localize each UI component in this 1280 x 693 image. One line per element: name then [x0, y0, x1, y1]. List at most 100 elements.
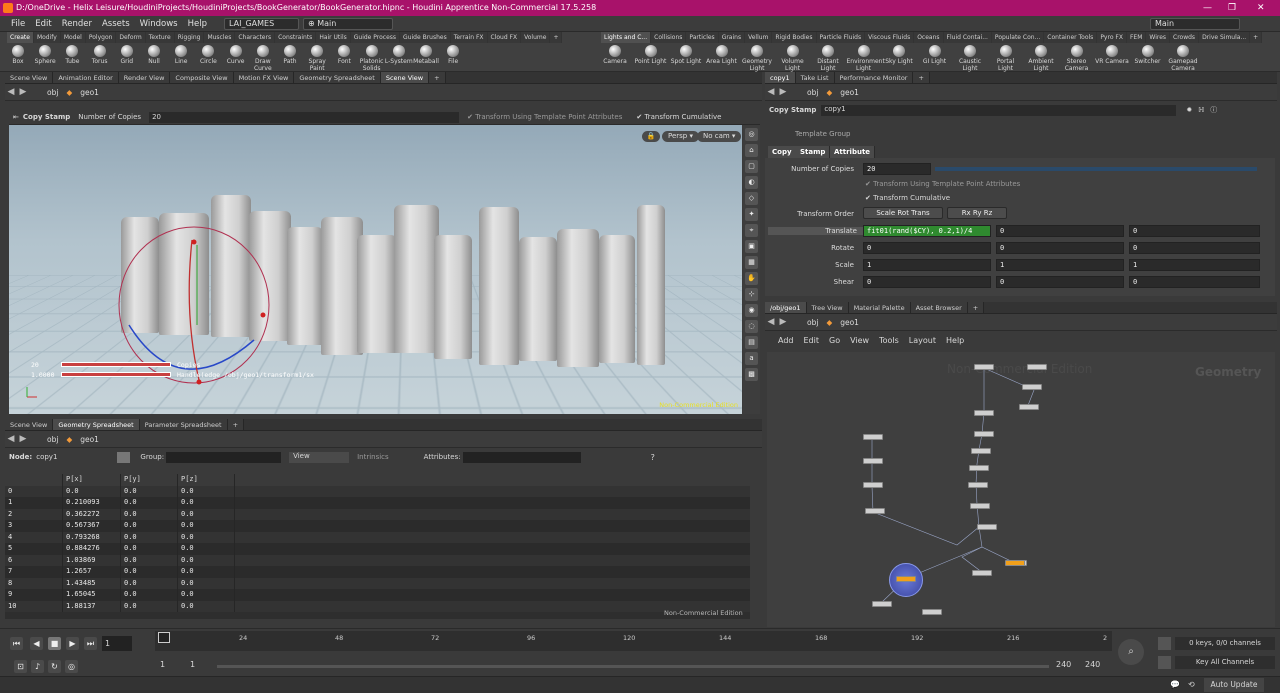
shelf-tool[interactable]: Caustic Light [953, 45, 987, 72]
table-row[interactable]: 0 0.0 0.0 0.0 [5, 486, 750, 498]
network-node[interactable] [863, 482, 883, 488]
pane-tab[interactable]: Geometry Spreadsheet [294, 72, 380, 83]
network-node[interactable] [974, 364, 994, 370]
pane-tab[interactable]: Composite View [170, 72, 233, 83]
sheet-header-cell[interactable]: P[z] [178, 474, 235, 486]
table-row[interactable]: 1 0.210093 0.0 0.0 [5, 497, 750, 509]
transform-order-dropdown[interactable]: Scale Rot Trans [863, 207, 943, 219]
frame-field[interactable]: 1 [102, 636, 132, 651]
shelf-tool[interactable]: Distant Light [811, 45, 845, 72]
menu-windows[interactable]: Windows [135, 16, 183, 32]
pane-tab[interactable]: Render View [119, 72, 171, 83]
shelf-tab[interactable]: Model [61, 32, 86, 43]
maximize-button[interactable]: ❐ [1228, 0, 1236, 16]
param-path-geo1[interactable]: geo1 [836, 88, 863, 97]
3d-viewport[interactable]: 🔒 Persp ▾ No cam ▾ 20 Copies 1.0000 Hand… [9, 125, 742, 414]
network-node[interactable] [974, 431, 994, 437]
table-row[interactable]: 7 1.2657 0.0 0.0 [5, 566, 750, 578]
wire-icon[interactable]: ◇ [745, 192, 758, 205]
pane-tab[interactable]: Scene View [381, 72, 429, 83]
range-end[interactable]: 240 [1056, 660, 1071, 669]
stop-icon[interactable]: ■ [48, 637, 61, 650]
pane-tab[interactable]: Material Palette [849, 302, 911, 313]
num-copies-field[interactable]: 20 [149, 112, 459, 123]
range-end2[interactable]: 240 [1085, 660, 1100, 669]
table-row[interactable]: 5 0.884276 0.0 0.0 [5, 543, 750, 555]
pane-tab[interactable]: Take List [796, 72, 835, 83]
shelf-tab[interactable]: Pyro FX [1097, 32, 1127, 43]
shelf-tab[interactable]: Characters [235, 32, 275, 43]
shelf-tab[interactable]: Modify [34, 32, 61, 43]
param-path-obj[interactable]: obj [803, 88, 822, 97]
shelf-tab[interactable]: Oceans [914, 32, 943, 43]
range-start2[interactable]: 1 [190, 660, 195, 669]
pane-tab[interactable]: /obj/geo1 [765, 302, 807, 313]
shading-icon[interactable]: ◐ [745, 176, 758, 189]
shelf-tool[interactable]: L-System [384, 45, 414, 65]
opt-template-checkbox[interactable]: ✔ Transform Using Template Point Attribu… [467, 113, 622, 121]
update-icon[interactable]: ⟲ [1188, 680, 1195, 689]
shelf-tab[interactable]: Particle Fluids [817, 32, 866, 43]
table-row[interactable]: 10 1.88137 0.0 0.0 [5, 601, 750, 613]
shelf-tool[interactable]: Stereo Camera [1060, 45, 1094, 72]
shelf-tool[interactable]: Path [275, 45, 305, 65]
shelf-tab[interactable]: Constraints [275, 32, 316, 43]
network-node[interactable] [1027, 364, 1047, 370]
pane-tab[interactable]: Performance Monitor [835, 72, 914, 83]
param-opt-cumulative[interactable]: ✔ Transform Cumulative [865, 194, 950, 202]
hud-stamp-slider[interactable] [61, 372, 171, 377]
lock-icon[interactable]: 🔒 [642, 131, 660, 142]
desktop-dropdown[interactable]: ⊕ Main [303, 18, 393, 30]
network-menu-item[interactable]: Edit [799, 336, 825, 345]
pane-tab[interactable]: + [228, 419, 244, 430]
handle-knob-bottom[interactable] [197, 380, 202, 385]
menu-help[interactable]: Help [183, 16, 212, 32]
shelf-tab[interactable]: Lights and C... [601, 32, 651, 43]
rotate-x-field[interactable]: 0 [863, 242, 991, 254]
help-book-icon[interactable]: ℍ [1198, 106, 1204, 114]
network-node[interactable] [863, 458, 883, 464]
render-icon[interactable]: ▩ [745, 368, 758, 381]
network-node[interactable] [974, 410, 994, 416]
shelf-tab[interactable]: Populate Con... [992, 32, 1044, 43]
net-path-geo1[interactable]: geo1 [836, 318, 863, 327]
shelf-tool[interactable]: VR Camera [1095, 45, 1129, 65]
range-start[interactable]: 1 [160, 660, 165, 669]
frame-icon[interactable]: ▢ [745, 160, 758, 173]
shelf-tool[interactable]: Line [166, 45, 196, 65]
pin-icon[interactable]: ⇤ [9, 113, 23, 121]
menu-assets[interactable]: Assets [97, 16, 135, 32]
snap-icon[interactable]: ⌖ [745, 224, 758, 237]
key-all-channels-button[interactable]: Key All Channels [1175, 656, 1275, 669]
network-node[interactable] [865, 508, 885, 514]
shelf-tool[interactable]: Tube [57, 45, 87, 65]
settings-icon[interactable]: ◎ [65, 660, 78, 673]
shelf-tool[interactable]: Geometry Light [740, 45, 774, 72]
shelf-tool[interactable]: Gamepad Camera [1166, 45, 1200, 72]
scale-x-field[interactable]: 1 [863, 259, 991, 271]
gear-icon[interactable]: ✹ [1186, 106, 1192, 114]
num-copies-slider[interactable] [935, 167, 1257, 171]
shelf-tool[interactable]: Grid [112, 45, 142, 65]
translate-z-field[interactable]: 0 [1129, 225, 1260, 237]
shelf-tool[interactable]: Ambient Light [1024, 45, 1058, 72]
network-node[interactable] [969, 465, 989, 471]
tab-attribute[interactable]: Attribute [830, 146, 875, 158]
table-row[interactable]: 2 0.362272 0.0 0.0 [5, 509, 750, 521]
shelf-tab[interactable]: Hair Utils [316, 32, 350, 43]
camera-icon[interactable]: ▣ [745, 240, 758, 253]
point-mode-icon[interactable] [117, 452, 130, 463]
home-icon[interactable]: ⌂ [745, 144, 758, 157]
spreadsheet-table[interactable]: P[x] P[y] P[z] 0 0.0 0.0 0.0 1 0.210093 0.0 0.0 2 0.… [5, 474, 750, 619]
shelf-tab[interactable]: + [1250, 32, 1262, 43]
display-options-icon[interactable]: ◎ [745, 128, 758, 141]
desktop-right-dropdown[interactable]: Main [1150, 18, 1240, 30]
rotate-z-field[interactable]: 0 [1129, 242, 1260, 254]
param-forward-icon[interactable]: ▶ [777, 86, 789, 98]
sheet-path-geo1[interactable]: geo1 [76, 435, 103, 444]
shelf-tab[interactable]: Crowds [1170, 32, 1199, 43]
shelf-tool[interactable]: Font [329, 45, 359, 65]
ghost-icon[interactable]: ◌ [745, 320, 758, 333]
network-node[interactable] [872, 601, 892, 607]
shelf-tool[interactable]: Point Light [634, 45, 668, 65]
